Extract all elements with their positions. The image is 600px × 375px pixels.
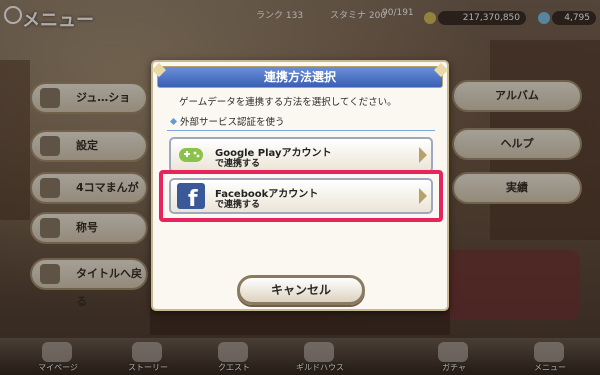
dialog-title: 連携方法選択 [151, 62, 449, 88]
dialog-description: ゲームデータを連携する方法を選択してください。 [179, 97, 397, 108]
chevron-right-icon [419, 188, 427, 204]
facebook-icon: f [177, 183, 205, 212]
svg-text:f: f [188, 187, 198, 209]
facebook-button-sublabel: で連携する [215, 200, 261, 210]
chevron-right-icon [419, 147, 427, 163]
google-play-button[interactable]: Google Playアカウント で連携する [169, 137, 433, 173]
section-external-auth: 外部サービス認証を使う [167, 114, 435, 131]
ornament-icon [433, 62, 449, 78]
facebook-button[interactable]: f Facebookアカウント で連携する [169, 178, 433, 214]
cancel-button[interactable]: キャンセル [237, 275, 365, 305]
link-method-dialog: 連携方法選択 ゲームデータを連携する方法を選択してください。 外部サービス認証を… [151, 60, 449, 311]
diamond-bullet-icon [169, 117, 178, 126]
google-button-sublabel: で連携する [215, 159, 261, 169]
gamepad-icon [177, 142, 205, 168]
ornament-icon [151, 62, 167, 78]
